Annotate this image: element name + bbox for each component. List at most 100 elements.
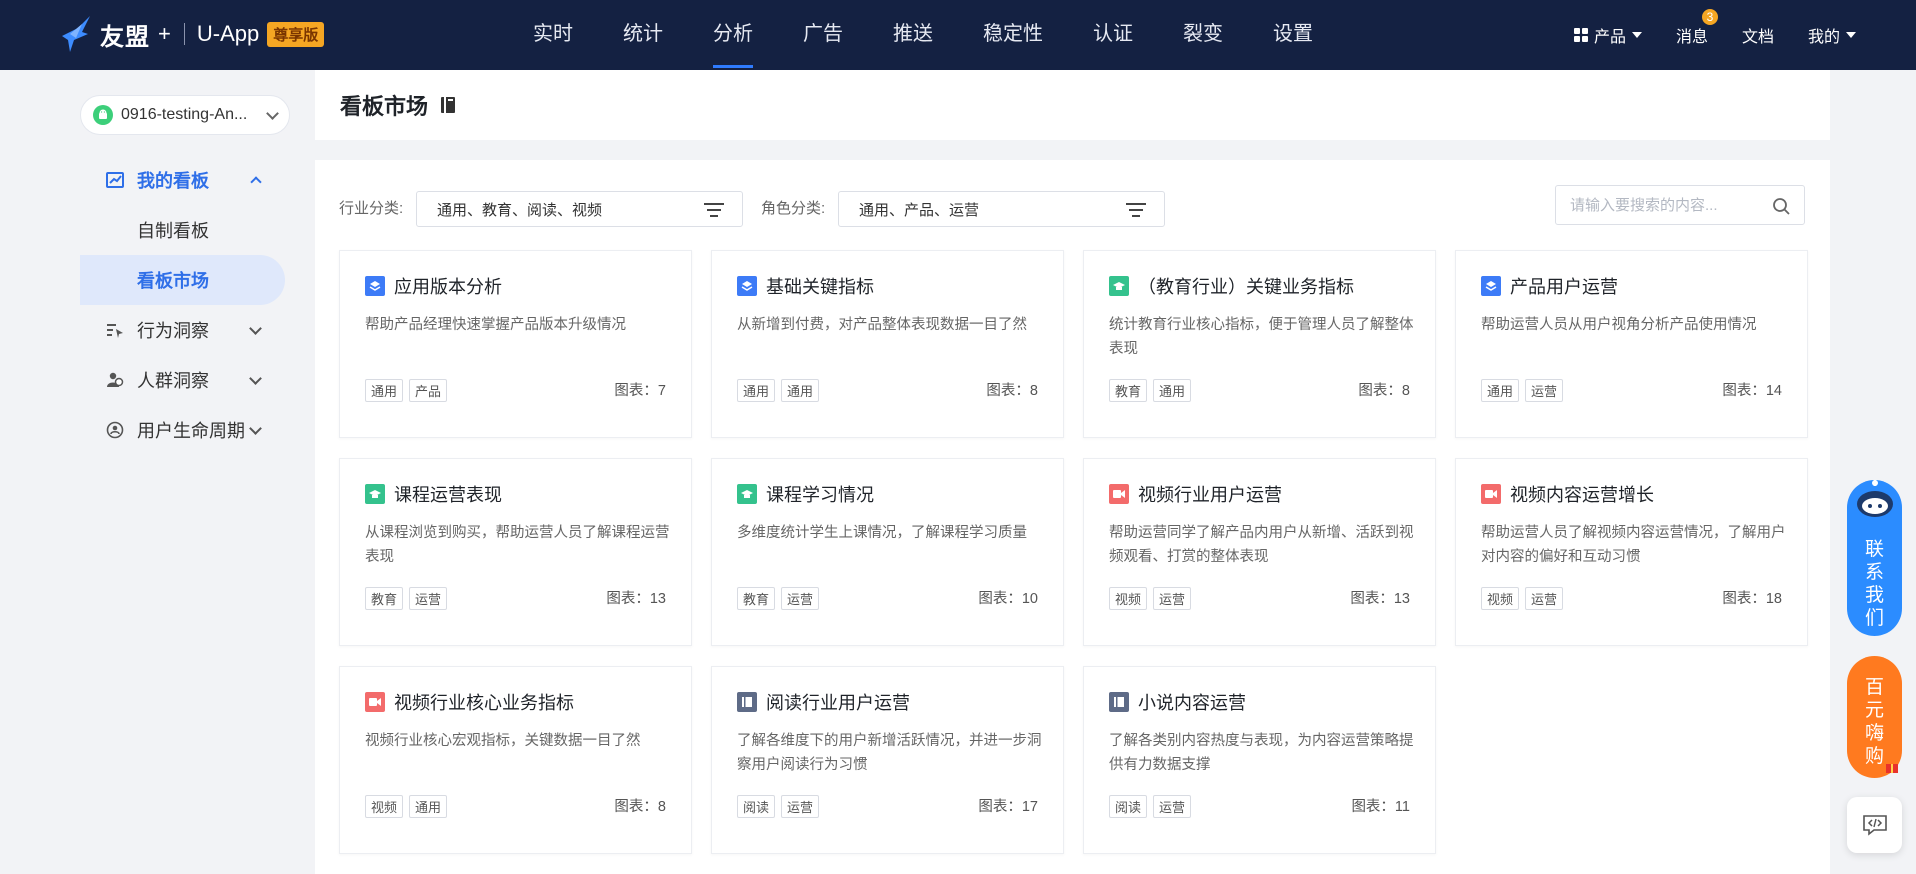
page-title: 看板市场 — [340, 94, 429, 119]
board-card[interactable]: 视频行业用户运营 帮助运营同学了解产品内用户从新增、活跃到视频观看、打赏的整体表… — [1083, 458, 1436, 646]
board-card-title: 视频行业核心业务指标 — [394, 693, 574, 713]
board-card[interactable]: 课程学习情况 多维度统计学生上课情况，了解课程学习质量 教育 运营 图表：10 — [711, 458, 1064, 646]
board-tag: 教育 — [1109, 379, 1148, 402]
board-tag: 通用 — [1153, 379, 1192, 402]
app-selector-label: 0916-testing-An... — [121, 106, 248, 123]
board-tag: 产品 — [409, 379, 448, 402]
product-menu-label: 产品 — [1593, 29, 1626, 46]
message-count-badge: 3 — [1701, 9, 1718, 25]
layers-icon — [365, 276, 385, 296]
nav-item-stats[interactable]: 统计 — [598, 0, 688, 70]
sidebar-item-crowd[interactable]: 人群洞察 — [80, 355, 285, 405]
sidebar-item-label: 人群洞察 — [137, 371, 209, 391]
lifecycle-icon — [105, 420, 125, 440]
nav-item-settings[interactable]: 设置 — [1248, 0, 1338, 70]
top-right-menu: 产品 消息 3 文档 我的 — [1573, 0, 1856, 70]
contact-us-label: 联系我们 — [1864, 539, 1884, 629]
board-tag: 运营 — [1525, 587, 1564, 610]
industry-filter-select[interactable]: 通用、教育、阅读、视频 — [416, 191, 743, 227]
user-group-icon — [105, 370, 125, 390]
board-tag: 运营 — [1525, 379, 1564, 402]
nav-item-stability[interactable]: 稳定性 — [958, 0, 1068, 70]
brand-divider — [183, 23, 185, 45]
board-card[interactable]: 视频行业核心业务指标 视频行业核心宏观指标，关键数据一目了然 视频 通用 图表：8 — [339, 666, 692, 854]
nav-item-fission[interactable]: 裂变 — [1158, 0, 1248, 70]
nav-item-analysis[interactable]: 分析 — [688, 0, 778, 70]
chevron-down-icon — [249, 421, 262, 435]
graduation-cap-icon — [1109, 276, 1129, 296]
search-icon[interactable] — [1772, 197, 1790, 215]
brand-logo[interactable]: 友盟 + U-App 尊享版 — [60, 12, 325, 56]
board-card-desc: 帮助产品经理快速掌握产品版本升级情况 — [365, 317, 626, 333]
board-tag: 视频 — [1109, 587, 1148, 610]
board-card-desc: 帮助运营人员了解视频内容运营情况，了解用户对内容的偏好和互动习惯 — [1481, 525, 1786, 565]
board-card[interactable]: 基础关键指标 从新增到付费，对产品整体表现数据一目了然 通用 通用 图表：8 — [711, 250, 1064, 438]
sidebar-item-lifecycle[interactable]: 用户生命周期 — [80, 405, 285, 455]
board-card[interactable]: （教育行业）关键业务指标 统计教育行业核心指标，便于管理人员了解整体表现 教育通… — [1083, 250, 1436, 438]
sidebar-item-my-boards[interactable]: 我的看板 — [80, 155, 285, 205]
video-camera-icon — [1109, 484, 1129, 504]
sidebar-item-behavior[interactable]: 行为洞察 — [80, 305, 285, 355]
promo-label: 百元嗨购 — [1864, 677, 1884, 767]
board-card-title: 视频内容运营增长 — [1510, 485, 1654, 505]
book-icon — [1109, 692, 1129, 712]
graduation-cap-icon — [365, 484, 385, 504]
industry-filter-label: 行业分类: — [339, 200, 404, 217]
sidebar-item-custom-board[interactable]: 自制看板 — [80, 205, 285, 255]
chart-count: 图表：11 — [1351, 799, 1410, 815]
nav-item-realtime[interactable]: 实时 — [508, 0, 598, 70]
app-product-name: U-App — [196, 21, 260, 46]
edition-badge: 尊享版 — [267, 21, 325, 47]
cursor-list-icon — [105, 320, 125, 340]
nav-item-ads[interactable]: 广告 — [778, 0, 868, 70]
video-camera-icon — [1481, 484, 1501, 504]
board-card-title: 课程运营表现 — [394, 485, 502, 505]
chevron-down-icon — [249, 321, 262, 335]
board-tag: 通用 — [781, 379, 820, 402]
sidebar-item-label: 用户生命周期 — [137, 421, 245, 441]
graduation-cap-icon — [737, 484, 757, 504]
board-tag: 运营 — [781, 587, 820, 610]
board-tag: 通用 — [1481, 379, 1520, 402]
board-card-title: 小说内容运营 — [1138, 693, 1246, 713]
page-header: 看板市场 — [315, 70, 1830, 140]
board-card[interactable]: 产品用户运营 帮助运营人员从用户视角分析产品使用情况 通用 运营 图表：14 — [1455, 250, 1808, 438]
board-tag: 教育 — [365, 587, 404, 610]
board-market-panel: 行业分类: 通用、教育、阅读、视频 角色分类: 通用、产品、运营 应用版本分析 … — [315, 160, 1830, 874]
board-card[interactable]: 应用版本分析 帮助产品经理快速掌握产品版本升级情况 通用 产品 图表：7 — [339, 250, 692, 438]
contact-us-button[interactable]: 联系我们 — [1847, 480, 1902, 636]
docs-label: 文档 — [1741, 29, 1774, 46]
nav-item-push[interactable]: 推送 — [868, 0, 958, 70]
board-card-desc: 统计教育行业核心指标，便于管理人员了解整体表现 — [1109, 317, 1414, 357]
role-filter-select[interactable]: 通用、产品、运营 — [838, 191, 1165, 227]
docs-link[interactable]: 文档 — [1742, 23, 1774, 47]
board-card-title: 阅读行业用户运营 — [766, 693, 910, 713]
chart-board-icon — [105, 170, 125, 190]
promo-button[interactable]: 百元嗨购 — [1847, 656, 1902, 778]
chart-count: 图表：14 — [1722, 383, 1782, 399]
board-card[interactable]: 视频内容运营增长 帮助运营人员了解视频内容运营情况，了解用户对内容的偏好和互动习… — [1455, 458, 1808, 646]
user-menu[interactable]: 我的 — [1808, 23, 1856, 47]
nav-item-auth[interactable]: 认证 — [1068, 0, 1158, 70]
feedback-button[interactable] — [1847, 797, 1902, 853]
sidebar: 我的看板 自制看板 看板市场 行为洞察 人群洞察 用户生命周期 — [80, 155, 285, 455]
caret-down-icon — [1846, 32, 1856, 38]
app-selector[interactable]: 0916-testing-An... — [80, 95, 290, 135]
sidebar-item-board-market[interactable]: 看板市场 — [80, 255, 285, 305]
layers-icon — [737, 276, 757, 296]
board-card[interactable]: 阅读行业用户运营 了解各维度下的用户新增活跃情况，并进一步洞察用户阅读行为习惯 … — [711, 666, 1064, 854]
filter-icon — [1126, 203, 1146, 217]
board-card[interactable]: 课程运营表现 从课程浏览到购买，帮助运营人员了解课程运营表现 教育 运营 图表：1… — [339, 458, 692, 646]
search-box — [1555, 185, 1805, 225]
chart-count: 图表：8 — [614, 799, 666, 815]
board-tag: 运营 — [781, 795, 820, 818]
search-input[interactable] — [1556, 186, 1756, 224]
caret-down-icon — [1631, 32, 1642, 38]
main-nav: 实时 统计 分析 广告 推送 稳定性 认证 裂变 设置 — [508, 0, 1338, 70]
board-tag: 视频 — [365, 795, 404, 818]
messages-link[interactable]: 消息 3 — [1676, 9, 1718, 47]
brand-plus: + — [158, 21, 172, 46]
product-menu[interactable]: 产品 — [1573, 23, 1642, 47]
user-menu-label: 我的 — [1807, 29, 1840, 46]
board-card[interactable]: 小说内容运营 了解各类别内容热度与表现，为内容运营策略提供有力数据支撑 阅读 运营… — [1083, 666, 1436, 854]
